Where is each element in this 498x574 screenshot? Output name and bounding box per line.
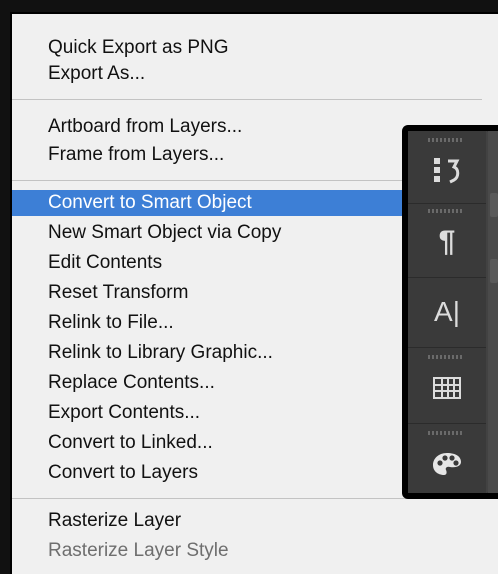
strip-divider <box>408 277 486 278</box>
panel-icon-strip: ¶ A| <box>402 125 498 499</box>
panel-strip-column: ¶ A| <box>408 131 486 493</box>
strip-divider <box>408 203 486 204</box>
history-icon-graphic <box>434 158 460 184</box>
menu-item-rasterize-layer-style: Rasterize Layer Style <box>48 540 229 561</box>
drag-grip[interactable] <box>428 209 464 213</box>
menu-item-export-as[interactable]: Export As... <box>12 61 482 87</box>
palette-icon-graphic <box>433 453 461 475</box>
paragraph-icon[interactable]: ¶ <box>416 221 478 263</box>
panel-edge <box>488 131 498 493</box>
menu-item-quick-export-png[interactable]: Quick Export as PNG <box>12 35 482 61</box>
menu-item-rasterize-layer[interactable]: Rasterize Layer <box>12 508 482 534</box>
drag-grip[interactable] <box>428 355 464 359</box>
glyphs-grid-icon-graphic <box>433 377 461 399</box>
menu-separator <box>12 99 482 100</box>
panel-edge-chip <box>490 193 498 217</box>
panel-strip-body: ¶ A| <box>408 131 498 493</box>
history-icon[interactable] <box>416 149 478 191</box>
character-icon[interactable]: A| <box>416 291 478 333</box>
strip-divider <box>408 347 486 348</box>
strip-divider <box>408 423 486 424</box>
glyphs-grid-icon[interactable] <box>416 367 478 409</box>
drag-grip[interactable] <box>428 138 464 142</box>
panel-edge-chip <box>490 259 498 283</box>
swatches-palette-icon[interactable] <box>416 443 478 485</box>
drag-grip[interactable] <box>428 431 464 435</box>
